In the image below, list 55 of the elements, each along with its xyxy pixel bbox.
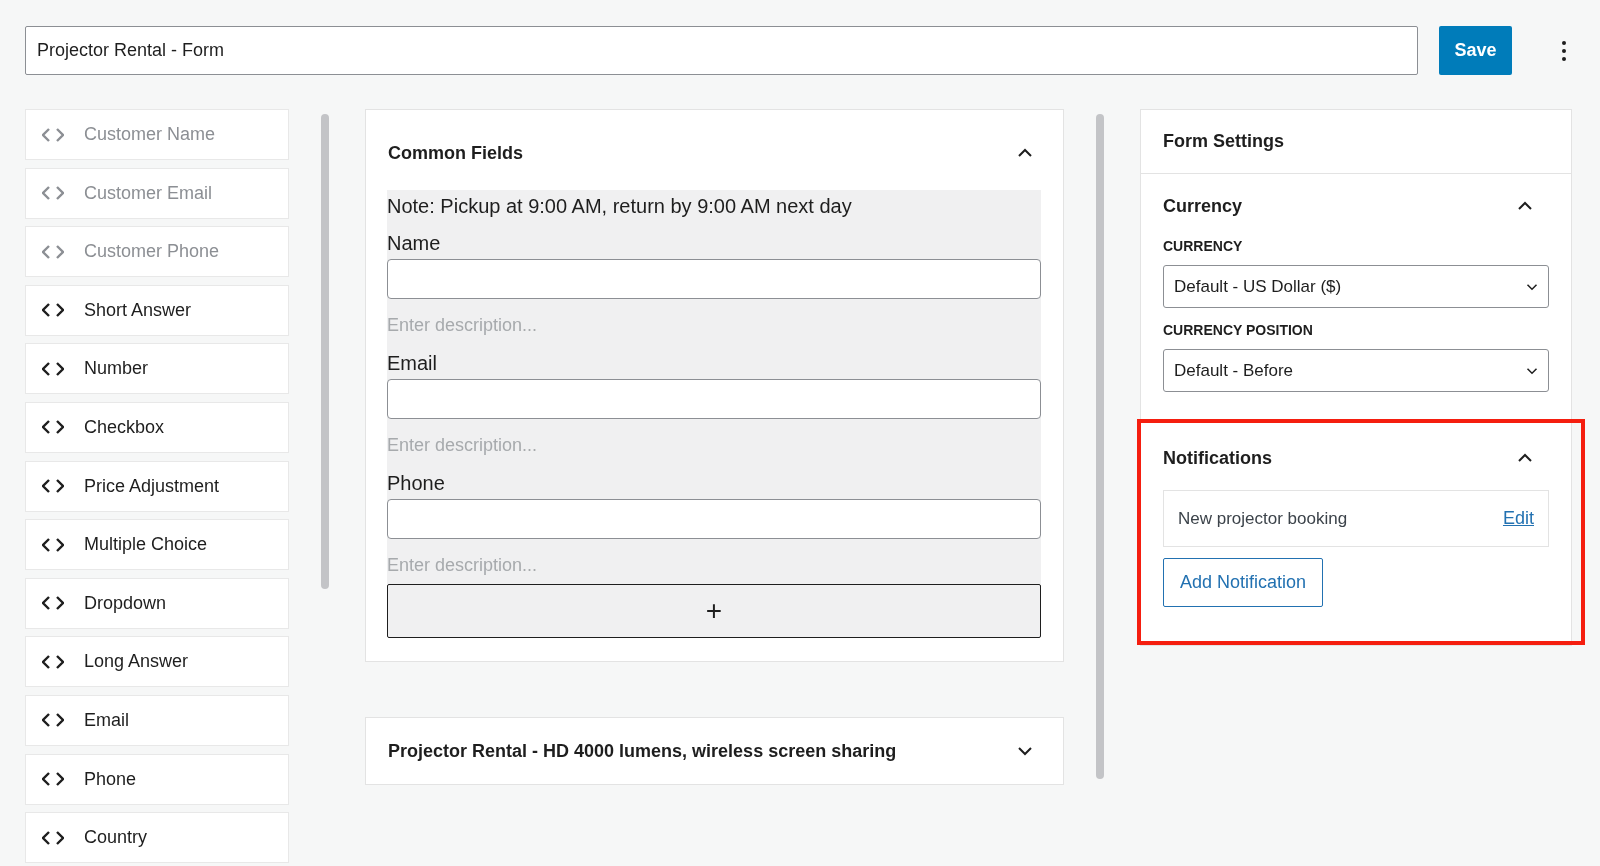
scrollbar[interactable] [321, 114, 329, 589]
add-field-button[interactable]: + [387, 584, 1041, 638]
code-icon [42, 771, 64, 788]
field-type-item[interactable]: Price Adjustment [25, 460, 289, 512]
description-field[interactable]: Enter description... [387, 419, 1041, 464]
input-field[interactable] [387, 379, 1041, 419]
panel-title: Form Settings [1163, 131, 1284, 152]
code-icon [42, 243, 64, 260]
field-type-item[interactable]: Checkbox [25, 401, 289, 453]
input-field[interactable] [387, 499, 1041, 539]
code-icon [42, 185, 64, 202]
section-title: Notifications [1163, 447, 1272, 469]
code-icon [42, 302, 64, 319]
code-icon [42, 595, 64, 612]
chevron-icon[interactable] [1517, 453, 1533, 463]
section-title: Common Fields [388, 142, 523, 164]
field-type-item[interactable]: Email [25, 694, 289, 746]
code-icon [42, 126, 64, 143]
code-icon [42, 653, 64, 670]
code-icon [42, 536, 64, 553]
field-label: Name [387, 231, 442, 255]
edit-link[interactable]: Edit [1502, 508, 1534, 529]
field-label: CURRENCY [1163, 238, 1244, 254]
add-notification-button[interactable]: Add Notification [1163, 558, 1324, 607]
input-field[interactable] [387, 259, 1041, 299]
scrollbar[interactable] [1096, 114, 1104, 779]
code-icon [42, 829, 64, 846]
description-field[interactable]: Enter description... [387, 539, 1041, 584]
field-type-item[interactable]: Dropdown [25, 577, 289, 629]
form-title-field[interactable]: Projector Rental - Form [25, 26, 1418, 75]
field-type-item[interactable]: Phone [25, 753, 289, 805]
field-type-item[interactable]: Multiple Choice [25, 519, 289, 571]
code-icon [42, 419, 64, 436]
field-label: Email [387, 351, 438, 375]
save-button[interactable]: Save [1439, 26, 1512, 75]
notification-name: New projector booking [1178, 508, 1348, 529]
field-type-item[interactable]: Country [25, 812, 289, 864]
chevron-icon[interactable] [1017, 746, 1033, 756]
field-type-item[interactable]: Long Answer [25, 636, 289, 688]
section-title: Currency [1163, 195, 1243, 217]
code-icon [42, 478, 64, 495]
currency-select[interactable]: Default - US Dollar ($) [1163, 265, 1549, 308]
note-text: Note: Pickup at 9:00 AM, return by 9:00 AM next day [387, 194, 853, 219]
chevron-icon[interactable] [1517, 201, 1533, 211]
code-icon [42, 360, 64, 377]
description-field[interactable]: Enter description... [387, 299, 1041, 344]
code-icon [42, 712, 64, 729]
currency-select[interactable]: Default - Before [1163, 349, 1549, 392]
field-label: Phone [387, 471, 446, 495]
section-title: Projector Rental - HD 4000 lumens, wireless screen sharing [388, 740, 897, 762]
field-type-item[interactable]: Short Answer [25, 284, 289, 336]
more-options-icon[interactable] [1562, 40, 1566, 61]
field-type-item[interactable]: Number [25, 343, 289, 395]
field-label: CURRENCY POSITION [1163, 322, 1314, 338]
chevron-icon[interactable] [1017, 148, 1033, 158]
